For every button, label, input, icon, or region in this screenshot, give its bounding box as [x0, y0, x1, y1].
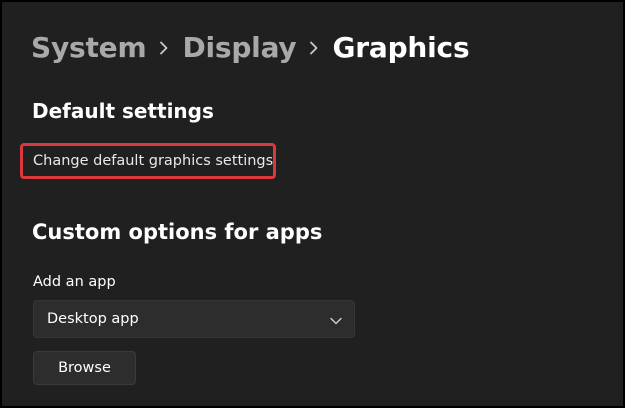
app-type-selected-value: Desktop app [47, 311, 139, 327]
settings-window: System Display Graphics Default settings… [0, 0, 625, 408]
change-default-graphics-settings-link[interactable]: Change default graphics settings [33, 151, 273, 171]
add-app-label: Add an app [33, 274, 116, 290]
chevron-down-icon [329, 313, 343, 327]
default-settings-heading: Default settings [32, 99, 214, 123]
chevron-right-icon [146, 28, 182, 68]
browse-button[interactable]: Browse [33, 351, 136, 385]
custom-options-heading: Custom options for apps [32, 220, 323, 244]
breadcrumb: System Display Graphics [31, 28, 470, 68]
breadcrumb-item-system[interactable]: System [31, 28, 147, 68]
breadcrumb-item-display[interactable]: Display [182, 28, 296, 68]
chevron-right-icon [296, 28, 332, 68]
breadcrumb-item-graphics: Graphics [332, 31, 470, 64]
app-type-dropdown[interactable]: Desktop app [33, 300, 355, 338]
